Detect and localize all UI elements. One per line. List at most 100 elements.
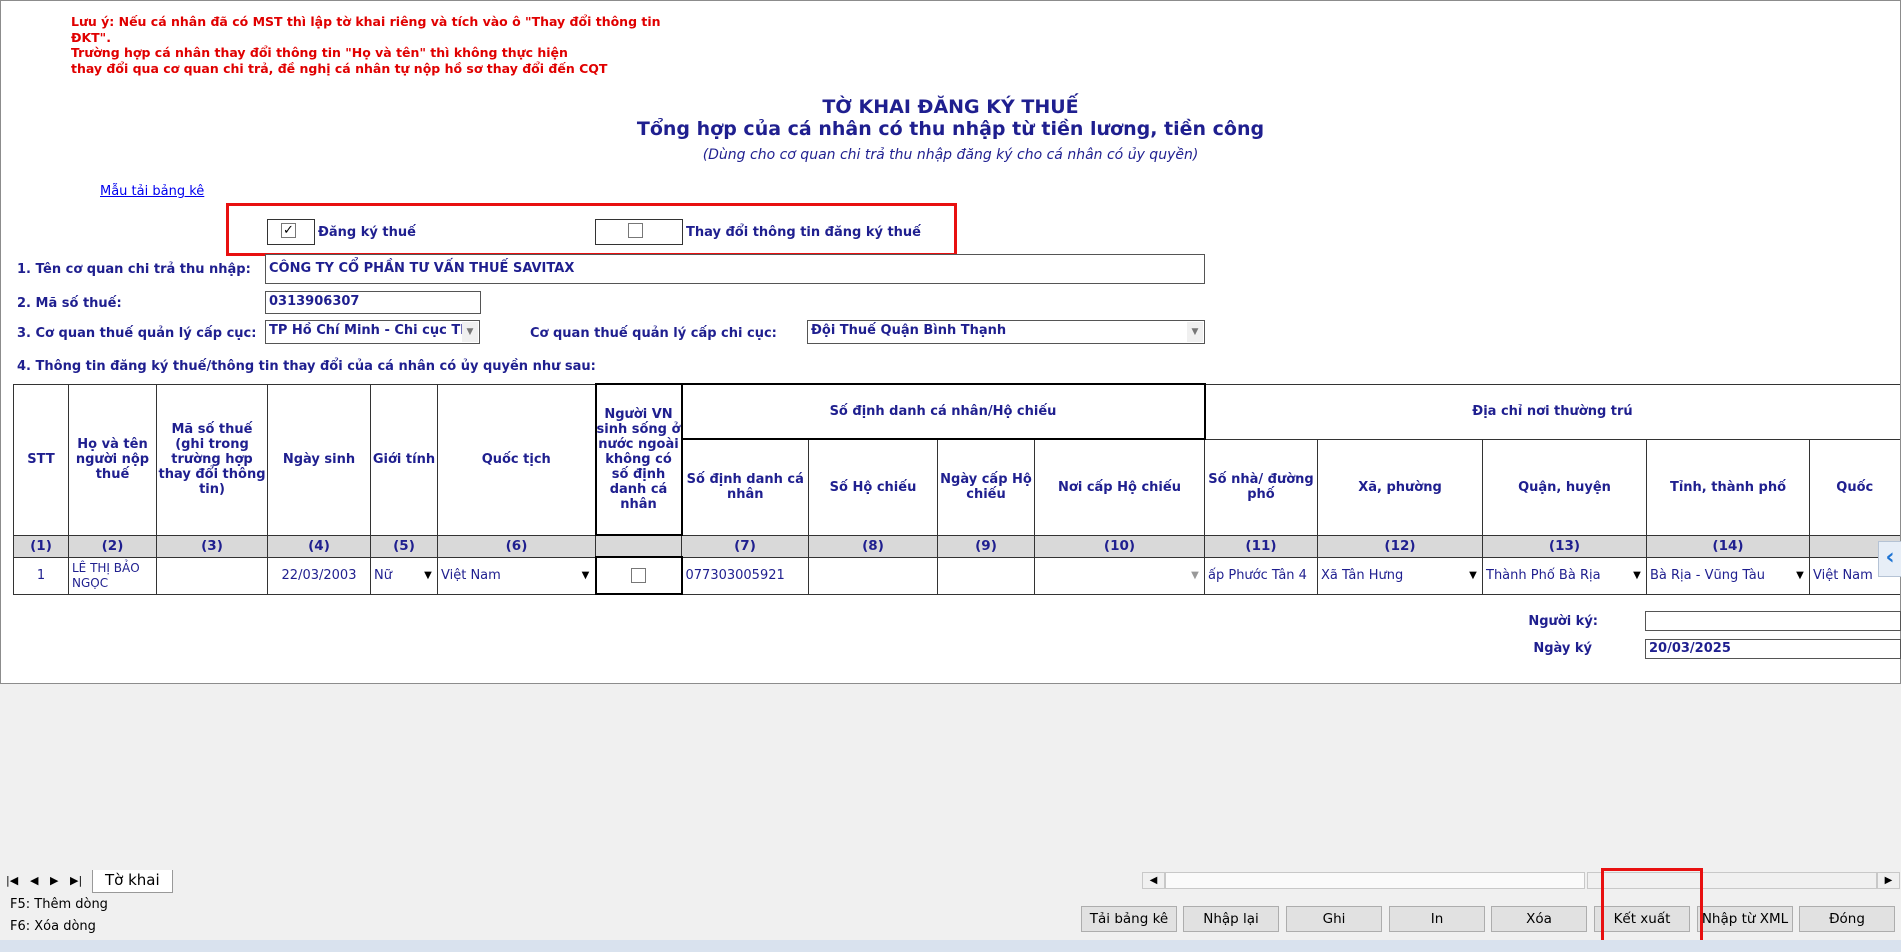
gender-value: Nữ (374, 568, 392, 583)
col-stt: STT (13, 383, 69, 536)
nationality-value: Việt Nam (441, 568, 501, 583)
col-district: Quận, huyện (1482, 438, 1647, 536)
cell-id-no[interactable]: 077303005921 (681, 556, 809, 595)
col-num: (3) (156, 534, 268, 558)
status-strip (0, 940, 1901, 952)
date-label: Ngày ký (1533, 641, 1592, 656)
cell-nationality[interactable]: Việt Nam ▼ (437, 556, 596, 595)
hint-add-row: F5: Thêm dòng (10, 897, 108, 912)
scroll-track[interactable] (1165, 872, 1585, 889)
col-num: (7) (681, 534, 809, 558)
import-xml-button[interactable]: Nhập từ XML (1697, 906, 1793, 932)
change-checkbox[interactable] (628, 223, 643, 238)
col-num: (6) (437, 534, 596, 558)
reset-button[interactable]: Nhập lại (1183, 906, 1279, 932)
tab-to-khai[interactable]: Tờ khai (92, 870, 173, 893)
col-num: (13) (1482, 534, 1647, 558)
close-button[interactable]: Đóng (1799, 906, 1895, 932)
col-mst: Mã số thuế (ghi trong trường hợp thay đổ… (156, 383, 268, 536)
signer-label: Người ký: (1528, 614, 1598, 629)
tax-label: 2. Mã số thuế: (17, 296, 122, 311)
form-title: TỜ KHAI ĐĂNG KÝ THUẾ (822, 96, 1079, 118)
signer-field[interactable] (1645, 611, 1901, 631)
cell-name[interactable]: LÊ THỊ BẢO NGỌC (68, 556, 157, 595)
col-num: (8) (808, 534, 938, 558)
dept-label: 3. Cơ quan thuế quản lý cấp cục: (17, 326, 257, 341)
province-value: Bà Rịa - Vũng Tàu (1650, 568, 1765, 583)
cell-passport-date[interactable] (937, 556, 1035, 595)
load-list-button[interactable]: Tải bảng kê (1081, 906, 1177, 932)
cell-province[interactable]: Bà Rịa - Vũng Tàu ▼ (1646, 556, 1810, 595)
branch-select-value: Đội Thuế Quận Bình Thạnh (811, 323, 1007, 338)
note-line: Trường hợp cá nhân thay đổi thông tin "H… (71, 45, 568, 60)
next-sheet-icon[interactable]: ▶ (50, 874, 58, 887)
col-passport-date: Ngày cấp Hộ chiếu (937, 438, 1035, 536)
delete-button[interactable]: Xóa (1491, 906, 1587, 932)
hint-delete-row: F6: Xóa dòng (10, 919, 96, 934)
register-label: Đăng ký thuế (318, 225, 416, 240)
cell-district[interactable]: Thành Phố Bà Rịa ▼ (1482, 556, 1647, 595)
col-gender: Giới tính (370, 383, 438, 536)
col-num: (4) (267, 534, 371, 558)
col-street: Số nhà/ đường phố (1204, 438, 1318, 536)
tax-code-field[interactable]: 0313906307 (265, 291, 481, 314)
cell-passport-place[interactable]: ▼ (1034, 556, 1205, 595)
register-checkbox[interactable]: ✓ (281, 223, 296, 238)
warning-note: Lưu ý: Nếu cá nhân đã có MST thì lập tờ … (71, 14, 661, 76)
note-line: thay đổi qua cơ quan chi trả, đề nghị cá… (71, 60, 608, 76)
col-id-no: Số định danh cá nhân (681, 438, 809, 536)
district-value: Thành Phố Bà Rịa (1486, 568, 1601, 583)
cell-passport[interactable] (808, 556, 938, 595)
cell-dob[interactable]: 22/03/2003 (267, 556, 371, 595)
cell-gender[interactable]: Nữ ▼ (370, 556, 438, 595)
template-download-link[interactable]: Mẫu tải bảng kê (100, 184, 204, 199)
dept-select[interactable]: TP Hồ Chí Minh - Chi cục Thu ▼ (265, 320, 480, 344)
branch-label: Cơ quan thuế quản lý cấp chi cục: (530, 326, 777, 341)
col-dob: Ngày sinh (267, 383, 371, 536)
prev-sheet-icon[interactable]: ◀ (30, 874, 38, 887)
cell-abroad (594, 556, 683, 595)
sign-date-field[interactable]: 20/03/2025 (1645, 639, 1901, 659)
taxpayer-table: STT Họ và tên người nộp thuế Mã số thuế … (13, 383, 1900, 595)
abroad-checkbox[interactable] (631, 568, 646, 583)
col-passport-place: Nơi cấp Hộ chiếu (1034, 438, 1205, 536)
col-num: (9) (937, 534, 1035, 558)
form-subtitle: Tổng hợp của cá nhân có thu nhập từ tiền… (636, 118, 1265, 140)
collapse-panel-icon[interactable]: ‹ (1878, 541, 1901, 577)
chevron-down-icon[interactable]: ▼ (1466, 567, 1480, 583)
ward-value: Xã Tân Hưng (1321, 568, 1404, 583)
col-group-id: Số định danh cá nhân/Hộ chiếu (680, 383, 1206, 440)
chevron-down-icon[interactable]: ▼ (462, 322, 478, 342)
cell-stt[interactable]: 1 (13, 556, 69, 595)
horizontal-scrollbar-right[interactable]: ▶ (1877, 872, 1900, 889)
horizontal-scrollbar[interactable]: ◀ (1142, 872, 1165, 889)
save-button[interactable]: Ghi (1286, 906, 1382, 932)
scroll-right-icon[interactable]: ▶ (1878, 873, 1899, 888)
col-num: (14) (1646, 534, 1810, 558)
chevron-down-icon[interactable]: ▼ (1793, 567, 1807, 583)
col-nationality: Quốc tịch (437, 383, 596, 536)
chevron-down-icon[interactable]: ▼ (1630, 567, 1644, 583)
col-ward: Xã, phường (1317, 438, 1483, 536)
col-num: (12) (1317, 534, 1483, 558)
chevron-down-icon[interactable]: ▼ (1187, 322, 1203, 342)
chevron-down-icon[interactable]: ▼ (421, 567, 435, 583)
note-line: ĐKT". (71, 29, 111, 45)
org-label: 1. Tên cơ quan chi trả thu nhập: (17, 262, 251, 277)
col-abroad: Người VN sinh sống ở nước ngoài không có… (594, 383, 683, 536)
org-name-field[interactable]: CÔNG TY CỔ PHẦN TƯ VẤN THUẾ SAVITAX (265, 254, 1205, 284)
cell-mst[interactable] (156, 556, 268, 595)
scroll-left-icon[interactable]: ◀ (1143, 873, 1164, 888)
first-sheet-icon[interactable]: |◀ (6, 874, 18, 887)
cell-street[interactable]: ấp Phước Tân 4 (1204, 556, 1318, 595)
last-sheet-icon[interactable]: ▶| (70, 874, 82, 887)
form-note: (Dùng cho cơ quan chi trả thu nhập đăng … (702, 147, 1199, 163)
section4-label: 4. Thông tin đăng ký thuế/thông tin thay… (17, 359, 596, 374)
chevron-down-icon[interactable]: ▼ (1188, 567, 1202, 583)
branch-select[interactable]: Đội Thuế Quận Bình Thạnh ▼ (807, 320, 1205, 344)
col-name: Họ và tên người nộp thuế (68, 383, 157, 536)
cell-ward[interactable]: Xã Tân Hưng ▼ (1317, 556, 1483, 595)
print-button[interactable]: In (1389, 906, 1485, 932)
chevron-down-icon[interactable]: ▼ (579, 567, 593, 583)
table-row: 1 LÊ THỊ BẢO NGỌC 22/03/2003 Nữ ▼ Việt Na… (13, 556, 1900, 595)
